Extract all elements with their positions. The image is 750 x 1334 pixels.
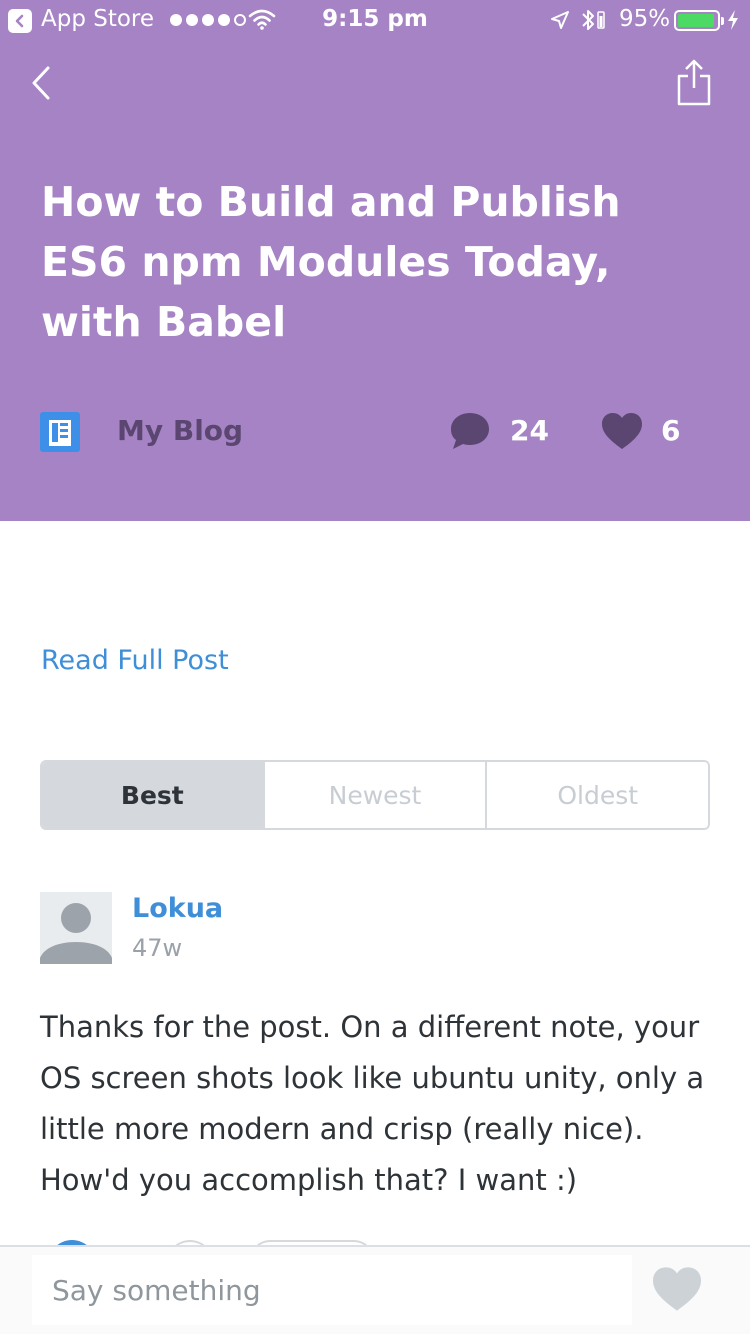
battery-icon xyxy=(674,10,724,31)
read-full-post-link[interactable]: Read Full Post xyxy=(41,645,229,676)
avatar-placeholder-icon xyxy=(40,903,112,964)
comment-timestamp: 47w xyxy=(132,934,183,962)
bluetooth-icon xyxy=(582,10,605,30)
battery-percent: 95% xyxy=(619,6,671,32)
tab-oldest[interactable]: Oldest xyxy=(485,762,708,828)
back-chevron-icon[interactable] xyxy=(26,58,66,108)
blog-icon[interactable] xyxy=(40,412,80,452)
comment-count: 24 xyxy=(510,414,549,447)
avatar[interactable] xyxy=(40,892,112,964)
post-header: App Store 9:15 pm 95% How to Build and P… xyxy=(0,0,750,521)
comment-author[interactable]: Lokua xyxy=(132,893,223,924)
share-icon[interactable] xyxy=(674,58,714,108)
post-meta-row: My Blog 24 6 xyxy=(40,410,710,454)
like-count: 6 xyxy=(661,414,681,447)
tab-newest[interactable]: Newest xyxy=(262,762,486,828)
heart-icon[interactable] xyxy=(650,1265,704,1313)
tab-best[interactable]: Best xyxy=(42,762,263,828)
comment-input[interactable] xyxy=(32,1255,632,1325)
post-title: How to Build and Publish ES6 npm Modules… xyxy=(41,178,621,346)
status-bar: App Store 9:15 pm 95% xyxy=(0,0,750,40)
heart-icon[interactable] xyxy=(600,411,644,451)
comment-composer xyxy=(0,1245,750,1334)
location-arrow-icon xyxy=(551,11,569,29)
comment-bubble-icon[interactable] xyxy=(449,410,491,452)
comment-body: Thanks for the post. On a different note… xyxy=(40,1010,705,1197)
sort-tabs: Best Newest Oldest xyxy=(40,760,710,830)
battery-fill xyxy=(678,14,715,27)
blog-name[interactable]: My Blog xyxy=(117,414,243,447)
charging-bolt-icon xyxy=(728,10,738,30)
